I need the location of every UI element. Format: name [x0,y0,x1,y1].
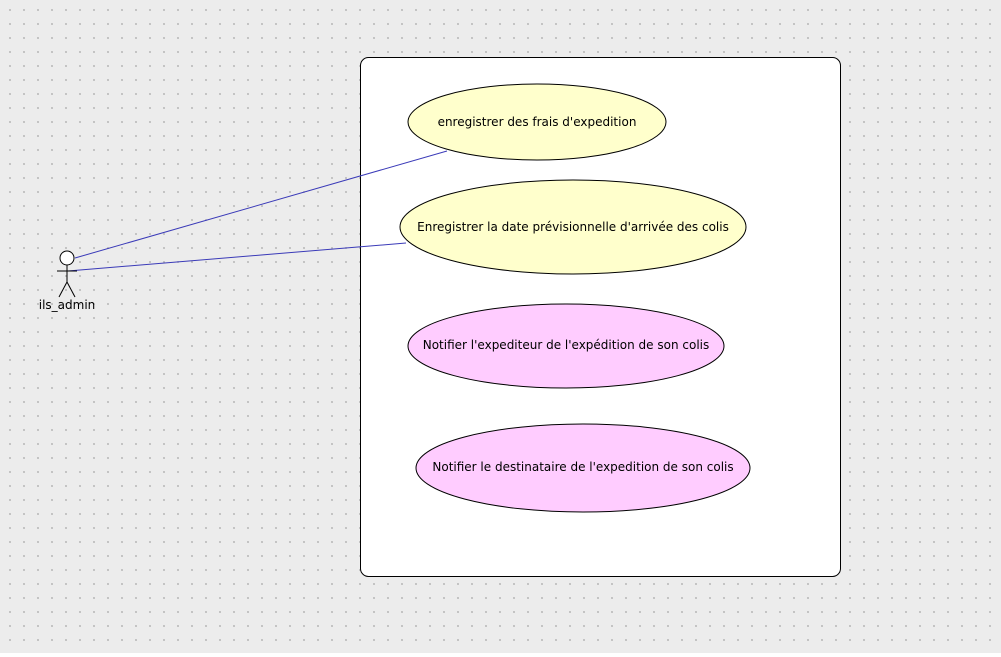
use-case-label: Enregistrer la date prévisionnelle d'arr… [417,220,729,234]
use-case-1[interactable]: Enregistrer la date prévisionnelle d'arr… [399,179,747,275]
use-case-label: Notifier l'expediteur de l'expédition de… [423,338,710,352]
use-case-label: enregistrer des frais d'expedition [438,115,637,129]
association-line-ucs-1[interactable] [67,242,407,272]
use-case-0[interactable]: enregistrer des frais d'expedition [407,83,667,161]
actor-right-leg [66,281,76,298]
actor-left-leg [58,281,68,298]
actor-head [59,250,75,266]
use-case-3[interactable]: Notifier le destinataire de l'expedition… [415,423,751,513]
actor[interactable]: ils_admin [39,250,96,312]
use-case-label: Notifier le destinataire de l'expedition… [432,460,733,474]
actor-name: ils_admin [39,298,96,312]
use-case-diagram: ils_admin enregistrer des frais d'expedi… [39,57,841,577]
use-case-2[interactable]: Notifier l'expediteur de l'expédition de… [407,303,725,389]
diagram-canvas: ils_admin enregistrer des frais d'expedi… [0,0,1001,653]
